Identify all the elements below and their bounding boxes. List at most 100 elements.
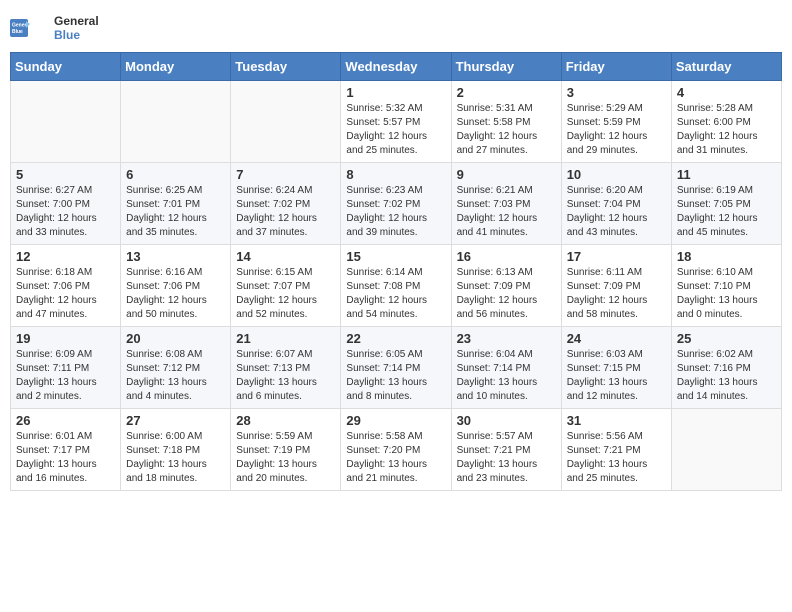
day-info: Sunrise: 6:04 AMSunset: 7:14 PMDaylight:… xyxy=(457,348,556,404)
day-info: Sunrise: 6:02 AMSunset: 7:16 PMDaylight:… xyxy=(677,348,776,404)
calendar-cell xyxy=(121,81,231,163)
calendar-cell: 20Sunrise: 6:08 AMSunset: 7:12 PMDayligh… xyxy=(121,327,231,409)
weekday-header-thursday: Thursday xyxy=(451,53,561,81)
day-info: Sunrise: 6:14 AMSunset: 7:08 PMDaylight:… xyxy=(346,266,445,322)
calendar-cell: 5 Sunrise: 6:27 AMSunset: 7:00 PMDaylight… xyxy=(11,163,121,245)
day-info: Sunrise: 6:19 AMSunset: 7:05 PMDaylight:… xyxy=(677,184,776,240)
day-info: Sunrise: 6:21 AMSunset: 7:03 PMDaylight:… xyxy=(457,184,556,240)
day-number: 11 xyxy=(677,167,776,182)
day-number: 16 xyxy=(457,249,556,264)
day-number: 3 xyxy=(567,85,666,100)
day-info: Sunrise: 6:08 AMSunset: 7:12 PMDaylight:… xyxy=(126,348,225,404)
week-row-4: 19 Sunrise: 6:09 AMSunset: 7:11 PMDayligh… xyxy=(11,327,782,409)
calendar-cell: 10 Sunrise: 6:20 AMSunset: 7:04 PMDayligh… xyxy=(561,163,671,245)
calendar-cell xyxy=(671,409,781,491)
calendar-cell: 12 Sunrise: 6:18 AMSunset: 7:06 PMDayligh… xyxy=(11,245,121,327)
day-number: 5 xyxy=(16,167,115,182)
day-number: 2 xyxy=(457,85,556,100)
calendar-cell xyxy=(231,81,341,163)
calendar-cell: 4Sunrise: 5:28 AMSunset: 6:00 PMDaylight… xyxy=(671,81,781,163)
calendar-cell: 6 Sunrise: 6:25 AMSunset: 7:01 PMDaylight… xyxy=(121,163,231,245)
day-info: Sunrise: 6:01 AMSunset: 7:17 PMDaylight:… xyxy=(16,430,115,486)
calendar-cell: 1Sunrise: 5:32 AMSunset: 5:57 PMDaylight… xyxy=(341,81,451,163)
day-number: 7 xyxy=(236,167,335,182)
calendar-cell: 16 Sunrise: 6:13 AMSunset: 7:09 PMDayligh… xyxy=(451,245,561,327)
logo-text: GeneralBlue xyxy=(54,14,99,42)
day-info: Sunrise: 6:18 AMSunset: 7:06 PMDaylight:… xyxy=(16,266,115,322)
day-info: Sunrise: 6:15 AMSunset: 7:07 PMDaylight:… xyxy=(236,266,335,322)
calendar-cell: 30 Sunrise: 5:57 AMSunset: 7:21 PMDayligh… xyxy=(451,409,561,491)
calendar-cell: 14Sunrise: 6:15 AMSunset: 7:07 PMDayligh… xyxy=(231,245,341,327)
day-info: Sunrise: 5:32 AMSunset: 5:57 PMDaylight:… xyxy=(346,102,445,158)
day-number: 9 xyxy=(457,167,556,182)
day-number: 12 xyxy=(16,249,115,264)
day-info: Sunrise: 6:13 AMSunset: 7:09 PMDaylight:… xyxy=(457,266,556,322)
calendar-table: SundayMondayTuesdayWednesdayThursdayFrid… xyxy=(10,52,782,491)
calendar-cell: 11 Sunrise: 6:19 AMSunset: 7:05 PMDayligh… xyxy=(671,163,781,245)
weekday-header-monday: Monday xyxy=(121,53,231,81)
day-number: 28 xyxy=(236,413,335,428)
day-info: Sunrise: 6:03 AMSunset: 7:15 PMDaylight:… xyxy=(567,348,666,404)
header: General Blue GeneralBlue xyxy=(10,10,782,46)
calendar-cell: 8Sunrise: 6:23 AMSunset: 7:02 PMDaylight… xyxy=(341,163,451,245)
day-info: Sunrise: 5:31 AMSunset: 5:58 PMDaylight:… xyxy=(457,102,556,158)
day-number: 23 xyxy=(457,331,556,346)
calendar-cell: 19 Sunrise: 6:09 AMSunset: 7:11 PMDayligh… xyxy=(11,327,121,409)
calendar-cell: 18 Sunrise: 6:10 AMSunset: 7:10 PMDayligh… xyxy=(671,245,781,327)
calendar-cell: 3 Sunrise: 5:29 AMSunset: 5:59 PMDaylight… xyxy=(561,81,671,163)
day-number: 19 xyxy=(16,331,115,346)
weekday-header-tuesday: Tuesday xyxy=(231,53,341,81)
logo-svg: General Blue xyxy=(10,10,50,46)
day-number: 17 xyxy=(567,249,666,264)
calendar-cell: 21Sunrise: 6:07 AMSunset: 7:13 PMDayligh… xyxy=(231,327,341,409)
day-info: Sunrise: 5:28 AMSunset: 6:00 PMDaylight:… xyxy=(677,102,776,158)
day-info: Sunrise: 5:57 AMSunset: 7:21 PMDaylight:… xyxy=(457,430,556,486)
day-info: Sunrise: 5:56 AMSunset: 7:21 PMDaylight:… xyxy=(567,430,666,486)
day-number: 22 xyxy=(346,331,445,346)
calendar-cell xyxy=(11,81,121,163)
calendar-cell: 17 Sunrise: 6:11 AMSunset: 7:09 PMDayligh… xyxy=(561,245,671,327)
week-row-5: 26 Sunrise: 6:01 AMSunset: 7:17 PMDayligh… xyxy=(11,409,782,491)
day-info: Sunrise: 5:29 AMSunset: 5:59 PMDaylight:… xyxy=(567,102,666,158)
day-info: Sunrise: 5:59 AMSunset: 7:19 PMDaylight:… xyxy=(236,430,335,486)
day-number: 31 xyxy=(567,413,666,428)
week-row-3: 12 Sunrise: 6:18 AMSunset: 7:06 PMDayligh… xyxy=(11,245,782,327)
day-number: 13 xyxy=(126,249,225,264)
calendar-cell: 9 Sunrise: 6:21 AMSunset: 7:03 PMDaylight… xyxy=(451,163,561,245)
day-number: 30 xyxy=(457,413,556,428)
day-number: 8 xyxy=(346,167,445,182)
day-info: Sunrise: 6:16 AMSunset: 7:06 PMDaylight:… xyxy=(126,266,225,322)
weekday-header-row: SundayMondayTuesdayWednesdayThursdayFrid… xyxy=(11,53,782,81)
day-info: Sunrise: 6:25 AMSunset: 7:01 PMDaylight:… xyxy=(126,184,225,240)
day-number: 25 xyxy=(677,331,776,346)
day-info: Sunrise: 6:10 AMSunset: 7:10 PMDaylight:… xyxy=(677,266,776,322)
day-info: Sunrise: 6:05 AMSunset: 7:14 PMDaylight:… xyxy=(346,348,445,404)
day-number: 10 xyxy=(567,167,666,182)
calendar-cell: 15 Sunrise: 6:14 AMSunset: 7:08 PMDayligh… xyxy=(341,245,451,327)
weekday-header-wednesday: Wednesday xyxy=(341,53,451,81)
logo: General Blue GeneralBlue xyxy=(10,10,99,46)
day-number: 27 xyxy=(126,413,225,428)
day-number: 21 xyxy=(236,331,335,346)
calendar-cell: 29 Sunrise: 5:58 AMSunset: 7:20 PMDayligh… xyxy=(341,409,451,491)
day-number: 26 xyxy=(16,413,115,428)
day-number: 15 xyxy=(346,249,445,264)
day-number: 6 xyxy=(126,167,225,182)
day-info: Sunrise: 6:09 AMSunset: 7:11 PMDaylight:… xyxy=(16,348,115,404)
week-row-2: 5 Sunrise: 6:27 AMSunset: 7:00 PMDaylight… xyxy=(11,163,782,245)
calendar-cell: 27 Sunrise: 6:00 AMSunset: 7:18 PMDayligh… xyxy=(121,409,231,491)
svg-text:Blue: Blue xyxy=(12,29,23,35)
day-number: 24 xyxy=(567,331,666,346)
day-number: 18 xyxy=(677,249,776,264)
day-number: 29 xyxy=(346,413,445,428)
day-info: Sunrise: 6:00 AMSunset: 7:18 PMDaylight:… xyxy=(126,430,225,486)
day-info: Sunrise: 5:58 AMSunset: 7:20 PMDaylight:… xyxy=(346,430,445,486)
day-info: Sunrise: 6:27 AMSunset: 7:00 PMDaylight:… xyxy=(16,184,115,240)
day-info: Sunrise: 6:11 AMSunset: 7:09 PMDaylight:… xyxy=(567,266,666,322)
calendar-cell: 26 Sunrise: 6:01 AMSunset: 7:17 PMDayligh… xyxy=(11,409,121,491)
calendar-cell: 28 Sunrise: 5:59 AMSunset: 7:19 PMDayligh… xyxy=(231,409,341,491)
weekday-header-sunday: Sunday xyxy=(11,53,121,81)
calendar-cell: 24 Sunrise: 6:03 AMSunset: 7:15 PMDayligh… xyxy=(561,327,671,409)
day-info: Sunrise: 6:20 AMSunset: 7:04 PMDaylight:… xyxy=(567,184,666,240)
weekday-header-friday: Friday xyxy=(561,53,671,81)
